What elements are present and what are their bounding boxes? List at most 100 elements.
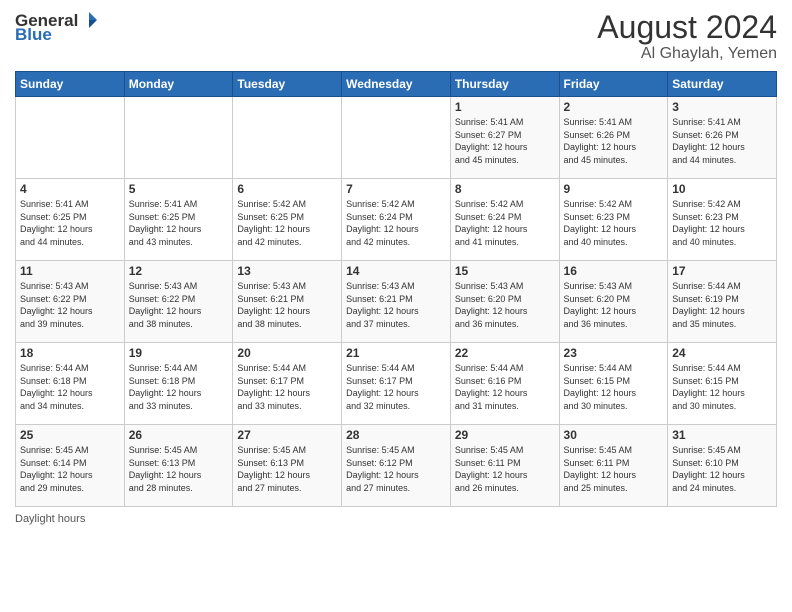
day-number: 7 [346,182,446,196]
calendar-cell: 29 Sunrise: 5:45 AM Sunset: 6:11 PM Dayli… [450,425,559,507]
day-of-week-header: Monday [124,72,233,97]
calendar-cell: 31 Sunrise: 5:45 AM Sunset: 6:10 PM Dayli… [668,425,777,507]
day-number: 20 [237,346,337,360]
calendar-cell: 16 Sunrise: 5:43 AM Sunset: 6:20 PM Dayli… [559,261,668,343]
day-info: Sunrise: 5:42 AM Sunset: 6:23 PM Dayligh… [672,198,772,248]
logo-blue: Blue [15,26,99,43]
day-info: Sunrise: 5:42 AM Sunset: 6:24 PM Dayligh… [455,198,555,248]
day-info: Sunrise: 5:44 AM Sunset: 6:17 PM Dayligh… [237,362,337,412]
calendar-cell: 4 Sunrise: 5:41 AM Sunset: 6:25 PM Daylig… [16,179,125,261]
day-number: 19 [129,346,229,360]
day-info: Sunrise: 5:45 AM Sunset: 6:11 PM Dayligh… [455,444,555,494]
day-of-week-header: Tuesday [233,72,342,97]
calendar-cell: 10 Sunrise: 5:42 AM Sunset: 6:23 PM Dayli… [668,179,777,261]
header: General Blue August 2024 Al Ghaylah, Yem… [15,10,777,63]
day-info: Sunrise: 5:44 AM Sunset: 6:18 PM Dayligh… [20,362,120,412]
day-number: 16 [564,264,664,278]
day-number: 8 [455,182,555,196]
calendar-cell: 12Sunrise: 5:43 AM Sunset: 6:22 PM Dayli… [124,261,233,343]
day-info: Sunrise: 5:41 AM Sunset: 6:27 PM Dayligh… [455,116,555,166]
main-title: August 2024 [597,10,777,45]
calendar-cell: 22 Sunrise: 5:44 AM Sunset: 6:16 PM Dayli… [450,343,559,425]
calendar-cell: 1 Sunrise: 5:41 AM Sunset: 6:27 PM Daylig… [450,97,559,179]
calendar-cell: 18 Sunrise: 5:44 AM Sunset: 6:18 PM Dayli… [16,343,125,425]
day-info: Sunrise: 5:43 AM Sunset: 6:21 PM Dayligh… [346,280,446,330]
calendar-cell: 20 Sunrise: 5:44 AM Sunset: 6:17 PM Dayli… [233,343,342,425]
calendar-cell: 5 Sunrise: 5:41 AM Sunset: 6:25 PM Daylig… [124,179,233,261]
day-number: 2 [564,100,664,114]
footer: Daylight hours [15,513,777,525]
day-number: 25 [20,428,120,442]
day-info: Sunrise: 5:42 AM Sunset: 6:23 PM Dayligh… [564,198,664,248]
calendar-cell: 24Sunrise: 5:44 AM Sunset: 6:15 PM Dayli… [668,343,777,425]
day-number: 27 [237,428,337,442]
day-info: Sunrise: 5:44 AM Sunset: 6:17 PM Dayligh… [346,362,446,412]
day-number: 18 [20,346,120,360]
day-number: 12 [129,264,229,278]
day-info: Sunrise: 5:45 AM Sunset: 6:10 PM Dayligh… [672,444,772,494]
day-info: Sunrise: 5:42 AM Sunset: 6:25 PM Dayligh… [237,198,337,248]
day-number: 23 [564,346,664,360]
day-number: 26 [129,428,229,442]
calendar-cell: 21 Sunrise: 5:44 AM Sunset: 6:17 PM Dayli… [342,343,451,425]
calendar-cell: 3 Sunrise: 5:41 AM Sunset: 6:26 PM Daylig… [668,97,777,179]
day-number: 4 [20,182,120,196]
day-info: Sunrise: 5:42 AM Sunset: 6:24 PM Dayligh… [346,198,446,248]
calendar-cell: 26 Sunrise: 5:45 AM Sunset: 6:13 PM Dayli… [124,425,233,507]
calendar-cell: 7 Sunrise: 5:42 AM Sunset: 6:24 PM Daylig… [342,179,451,261]
day-info: Sunrise: 5:44 AM Sunset: 6:15 PM Dayligh… [564,362,664,412]
day-info: Sunrise: 5:41 AM Sunset: 6:26 PM Dayligh… [564,116,664,166]
calendar-cell: 14 Sunrise: 5:43 AM Sunset: 6:21 PM Dayli… [342,261,451,343]
day-info: Sunrise: 5:43 AM Sunset: 6:20 PM Dayligh… [564,280,664,330]
calendar-cell: 23 Sunrise: 5:44 AM Sunset: 6:15 PM Dayli… [559,343,668,425]
day-number: 14 [346,264,446,278]
day-number: 5 [129,182,229,196]
page: General Blue August 2024 Al Ghaylah, Yem… [0,0,792,612]
day-number: 22 [455,346,555,360]
day-info: Sunrise: 5:44 AM Sunset: 6:19 PM Dayligh… [672,280,772,330]
day-info: Sunrise: 5:45 AM Sunset: 6:13 PM Dayligh… [129,444,229,494]
logo: General Blue [15,10,99,43]
calendar-cell: 13 Sunrise: 5:43 AM Sunset: 6:21 PM Dayli… [233,261,342,343]
daylight-label: Daylight hours [15,513,85,525]
calendar-cell: 2 Sunrise: 5:41 AM Sunset: 6:26 PM Daylig… [559,97,668,179]
day-number: 28 [346,428,446,442]
calendar-cell: 28 Sunrise: 5:45 AM Sunset: 6:12 PM Dayli… [342,425,451,507]
day-number: 6 [237,182,337,196]
day-info: Sunrise: 5:44 AM Sunset: 6:18 PM Dayligh… [129,362,229,412]
calendar-cell: 9 Sunrise: 5:42 AM Sunset: 6:23 PM Daylig… [559,179,668,261]
day-number: 15 [455,264,555,278]
sub-title: Al Ghaylah, Yemen [597,45,777,63]
calendar-cell [342,97,451,179]
calendar-cell [233,97,342,179]
day-number: 10 [672,182,772,196]
day-number: 31 [672,428,772,442]
calendar-cell: 19 Sunrise: 5:44 AM Sunset: 6:18 PM Dayli… [124,343,233,425]
day-number: 13 [237,264,337,278]
calendar-cell: 6 Sunrise: 5:42 AM Sunset: 6:25 PM Daylig… [233,179,342,261]
calendar-cell: 30 Sunrise: 5:45 AM Sunset: 6:11 PM Dayli… [559,425,668,507]
calendar-cell [124,97,233,179]
day-number: 30 [564,428,664,442]
title-block: August 2024 Al Ghaylah, Yemen [597,10,777,63]
day-of-week-header: Sunday [16,72,125,97]
day-info: Sunrise: 5:44 AM Sunset: 6:16 PM Dayligh… [455,362,555,412]
day-number: 17 [672,264,772,278]
day-info: Sunrise: 5:45 AM Sunset: 6:12 PM Dayligh… [346,444,446,494]
day-number: 29 [455,428,555,442]
day-info: Sunrise: 5:43 AM Sunset: 6:20 PM Dayligh… [455,280,555,330]
day-number: 3 [672,100,772,114]
calendar-cell: 25 Sunrise: 5:45 AM Sunset: 6:14 PM Dayli… [16,425,125,507]
day-info: Sunrise: 5:41 AM Sunset: 6:25 PM Dayligh… [20,198,120,248]
day-info: Sunrise: 5:43 AM Sunset: 6:21 PM Dayligh… [237,280,337,330]
day-number: 21 [346,346,446,360]
day-info: Sunrise: 5:45 AM Sunset: 6:14 PM Dayligh… [20,444,120,494]
day-info: Sunrise: 5:45 AM Sunset: 6:11 PM Dayligh… [564,444,664,494]
day-info: Sunrise: 5:43 AM Sunset: 6:22 PM Dayligh… [20,280,120,330]
day-info: Sunrise: 5:41 AM Sunset: 6:25 PM Dayligh… [129,198,229,248]
day-of-week-header: Friday [559,72,668,97]
day-number: 11 [20,264,120,278]
day-info: Sunrise: 5:41 AM Sunset: 6:26 PM Dayligh… [672,116,772,166]
day-number: 9 [564,182,664,196]
day-number: 1 [455,100,555,114]
